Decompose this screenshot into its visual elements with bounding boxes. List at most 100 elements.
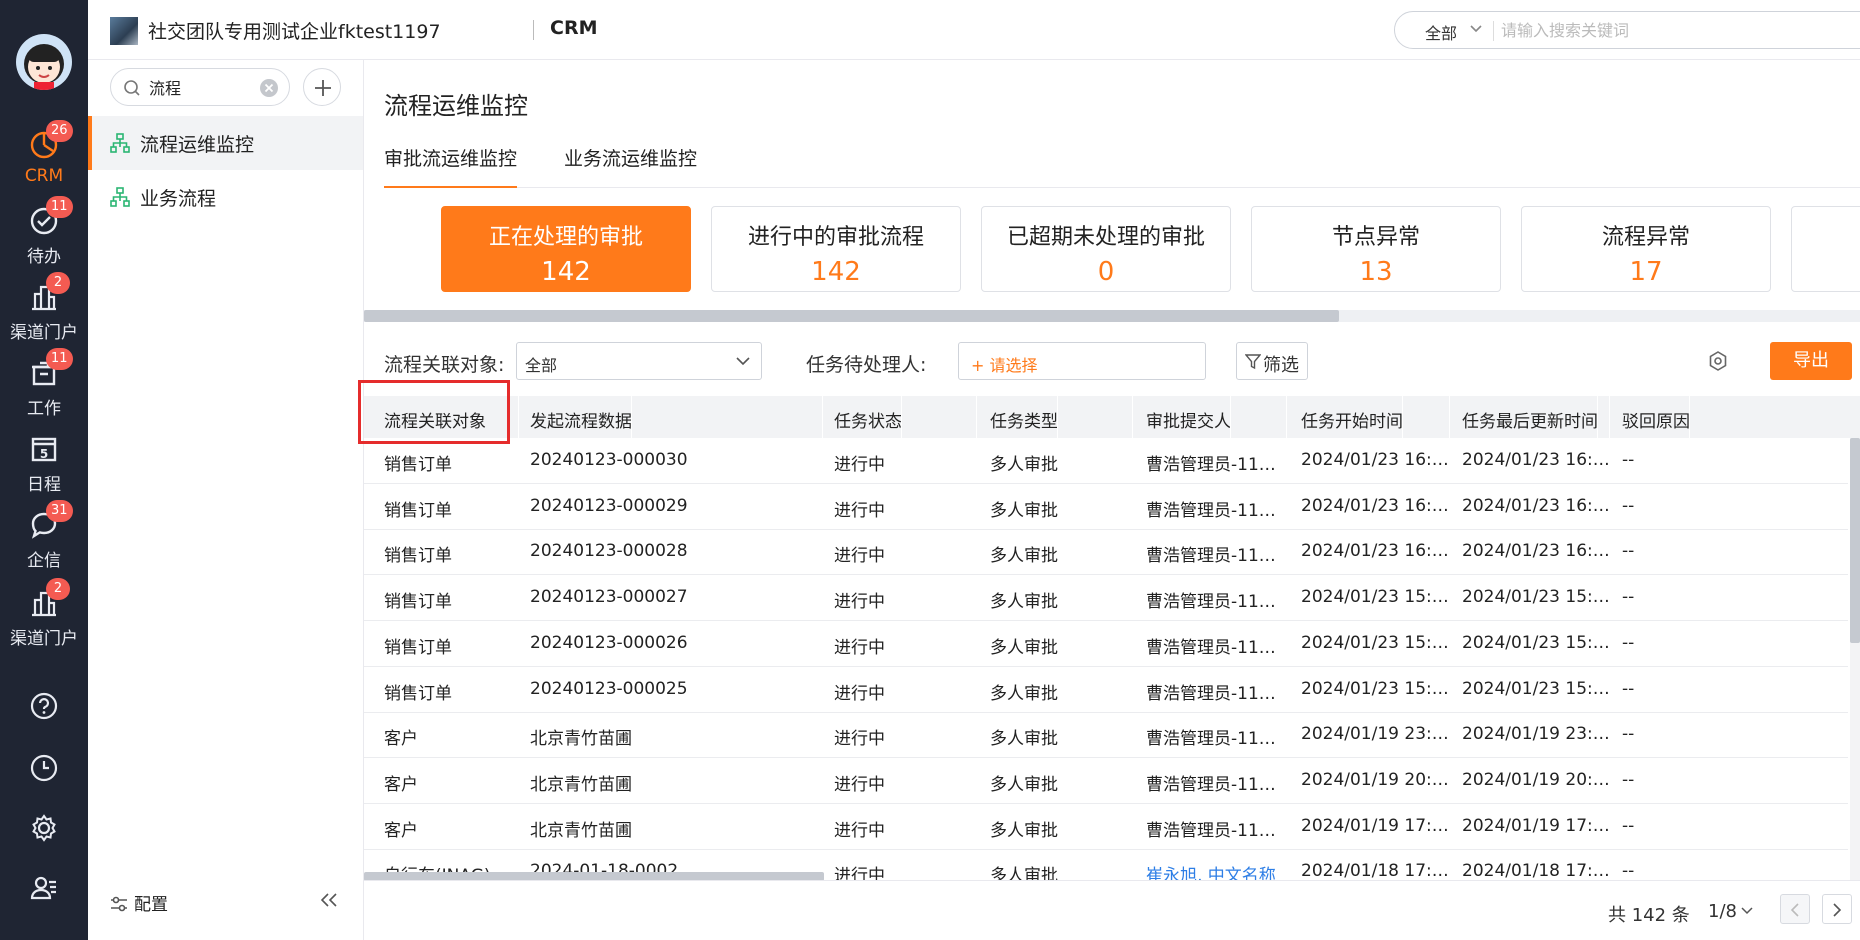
object-filter-select[interactable]: 全部 xyxy=(516,342,762,380)
table-cell: 曹浩管理员-1111111111 xyxy=(1146,592,1276,613)
sidebar-item-business-flow[interactable]: 业务流程 xyxy=(88,170,363,224)
column-divider[interactable] xyxy=(1449,396,1450,438)
column-header[interactable]: 任务类型 xyxy=(990,396,1058,438)
handler-placeholder: + 请选择 xyxy=(971,356,1038,375)
table-row[interactable]: 销售订单 20240123-000029 进行中 多人审批 曹浩管理员-11111111… xyxy=(364,484,1848,530)
table-cell: 客户 xyxy=(384,820,418,841)
table-cell[interactable]: 20240123-000025 xyxy=(530,679,826,699)
search-scope-select[interactable]: 全部 xyxy=(1425,20,1457,44)
table-cell: 进行中 xyxy=(834,683,885,704)
avatar[interactable] xyxy=(16,34,72,90)
nav-item-4[interactable]: 5 日程 xyxy=(0,424,88,500)
column-divider[interactable] xyxy=(1609,396,1610,438)
contacts-icon[interactable] xyxy=(0,866,88,910)
column-header[interactable]: 驳回原因 xyxy=(1622,396,1690,438)
stat-card[interactable]: 已超期未处理的审批 0 xyxy=(981,206,1231,292)
table-cell[interactable]: 20240123-000028 xyxy=(530,541,826,561)
sidebar-item-label: 流程运维监控 xyxy=(140,134,255,156)
table-cell: 2024/01/23 16:04 xyxy=(1301,450,1449,470)
stat-card[interactable]: 流程异常 17 xyxy=(1521,206,1771,292)
column-settings-icon[interactable] xyxy=(1707,350,1729,372)
column-divider[interactable] xyxy=(518,396,519,438)
clear-icon[interactable] xyxy=(259,78,279,98)
export-button[interactable]: 导出 xyxy=(1770,342,1852,380)
table-header: 流程关联对象 发起流程数据 任务状态 任务类型 审批提交人 任务开始时间 任务最后更新时间驳… xyxy=(364,396,1860,438)
table-row[interactable]: 客户 北京青竹苗圃进行中 多人审批 曹浩管理员-1111111111 2024/01/1… xyxy=(364,804,1848,850)
search-input[interactable] xyxy=(1501,18,1860,42)
table-cell: 2024/01/23 15:57 xyxy=(1301,587,1449,608)
column-divider[interactable] xyxy=(1132,396,1133,438)
table-cell: 2024/01/18 17:32 xyxy=(1301,861,1449,880)
company-logo xyxy=(110,17,138,45)
nav-item-2[interactable]: 2 渠道门户 xyxy=(0,272,88,348)
stat-card[interactable]: 进行中的审批流程 142 xyxy=(711,206,961,292)
column-divider[interactable] xyxy=(822,396,823,438)
table-row[interactable]: 客户 北京青竹苗圃进行中 多人审批 曹浩管理员-1111111111 2024/01/1… xyxy=(364,712,1848,759)
table-cell: 多人审批 xyxy=(990,592,1058,613)
table-cell: 销售订单 xyxy=(384,683,452,704)
cards-scrollbar[interactable] xyxy=(364,310,1860,322)
table-row[interactable]: 销售订单 20240123-000027 进行中 多人审批 曹浩管理员-11111111… xyxy=(364,575,1848,622)
column-header[interactable]: 审批提交人 xyxy=(1146,396,1231,438)
page-select[interactable]: 1/8 xyxy=(1708,901,1753,922)
funnel-icon xyxy=(1245,354,1261,370)
stat-card[interactable]: 正在处理的审批 142 xyxy=(441,206,691,292)
table-cell: 销售订单 xyxy=(384,455,452,475)
table-cell: 进行中 xyxy=(834,866,885,880)
table-cell: -- xyxy=(1622,769,1635,790)
stat-card-value: 142 xyxy=(541,257,591,287)
column-header[interactable]: 任务最后更新时间 xyxy=(1462,396,1598,438)
table-vertical-scrollbar[interactable] xyxy=(1850,438,1860,880)
nav-item-3[interactable]: 11 工作 xyxy=(0,348,88,424)
help-icon[interactable] xyxy=(0,684,88,728)
chevron-down-icon[interactable] xyxy=(1469,24,1483,34)
nav-item-1[interactable]: 11 待办 xyxy=(0,196,88,272)
table-horizontal-scrollbar[interactable] xyxy=(364,872,824,880)
tab-approval-monitor[interactable]: 审批流运维监控 xyxy=(384,144,518,188)
column-divider[interactable] xyxy=(1286,396,1287,438)
table-cell: 2024/01/18 17:32 xyxy=(1462,861,1614,880)
table-row[interactable]: 销售订单 20240123-000025 进行中 多人审批 曹浩管理员-11111111… xyxy=(364,667,1848,713)
table-cell[interactable]: 20240123-000029 xyxy=(530,496,826,516)
history-clock-icon[interactable] xyxy=(0,746,88,790)
stat-card[interactable]: 节点异常 13 xyxy=(1251,206,1501,292)
column-header[interactable]: 发起流程数据 xyxy=(530,396,632,438)
table-cell[interactable]: 北京青竹苗圃 xyxy=(530,816,826,841)
settings-gear-icon[interactable] xyxy=(0,806,88,850)
chevron-left-icon xyxy=(1790,903,1799,917)
sidebar-search-input[interactable] xyxy=(149,77,249,96)
column-divider[interactable] xyxy=(976,396,977,438)
handler-picker[interactable]: + 请选择 xyxy=(958,342,1206,380)
next-page-button[interactable] xyxy=(1822,894,1852,924)
table-cell: 多人审批 xyxy=(990,546,1058,567)
table-cell[interactable]: 20240123-000027 xyxy=(530,587,826,607)
stat-card-partial[interactable] xyxy=(1791,206,1860,292)
add-button[interactable] xyxy=(303,68,341,106)
table-cell: -- xyxy=(1622,450,1635,470)
scrollbar-thumb[interactable] xyxy=(1850,438,1860,643)
table-row[interactable]: 销售订单 20240123-000026 进行中 多人审批 曹浩管理员-11111111… xyxy=(364,621,1848,667)
table-cell[interactable]: 20240123-000030 xyxy=(530,450,826,470)
nav-item-5[interactable]: 31 企信 xyxy=(0,500,88,576)
object-filter-value: 全部 xyxy=(525,356,558,375)
table-row[interactable]: 销售订单 20240123-000028 进行中 多人审批 曹浩管理员-11111111… xyxy=(364,529,1848,576)
scrollbar-thumb[interactable] xyxy=(364,310,1339,322)
tab-business-monitor[interactable]: 业务流运维监控 xyxy=(564,144,697,188)
table-cell: 进行中 xyxy=(834,592,885,613)
collapse-double-chevron-icon[interactable] xyxy=(320,892,338,908)
filter-button[interactable]: 筛选 xyxy=(1236,342,1308,380)
table-cell[interactable]: 北京青竹苗圃 xyxy=(530,724,826,749)
company-name[interactable]: 社交团队专用测试企业fktest1197 xyxy=(148,17,441,44)
sidebar-item-process-monitor[interactable]: 流程运维监控 xyxy=(88,116,363,170)
table-row[interactable]: 客户 北京青竹苗圃进行中 多人审批 曹浩管理员-1111111111 2024/01/1… xyxy=(364,758,1848,804)
config-link[interactable]: 配置 xyxy=(110,890,168,915)
nav-item-6[interactable]: 2 渠道门户 xyxy=(0,578,88,654)
svg-text:5: 5 xyxy=(40,447,48,461)
column-header[interactable]: 任务状态 xyxy=(834,396,902,438)
prev-page-button[interactable] xyxy=(1780,894,1810,924)
table-cell[interactable]: 20240123-000026 xyxy=(530,633,826,653)
table-cell[interactable]: 北京青竹苗圃 xyxy=(530,770,826,795)
table-row[interactable]: 销售订单 20240123-000030 进行中 多人审批 曹浩管理员-11111111… xyxy=(364,438,1848,484)
column-header[interactable]: 任务开始时间 xyxy=(1301,396,1403,438)
nav-item-0[interactable]: 26 CRM xyxy=(0,120,88,196)
